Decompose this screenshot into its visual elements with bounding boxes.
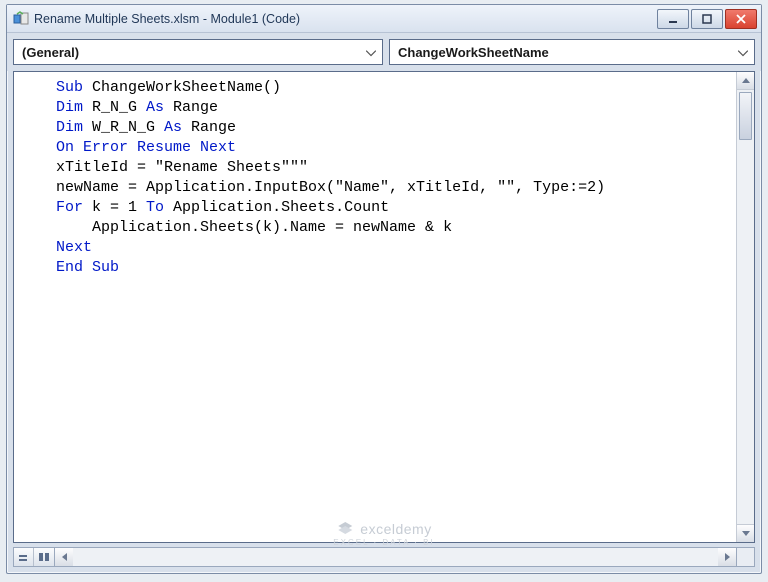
- dropdown-row: (General) ChangeWorkSheetName: [7, 33, 761, 71]
- chevron-down-icon: [366, 45, 376, 60]
- procedure-view-button[interactable]: [14, 548, 34, 566]
- scrollbar-corner: [737, 547, 755, 567]
- window-controls: [657, 9, 757, 29]
- scroll-left-button[interactable]: [55, 548, 73, 566]
- titlebar[interactable]: Rename Multiple Sheets.xlsm - Module1 (C…: [7, 5, 761, 33]
- full-module-view-button[interactable]: [34, 548, 54, 566]
- vba-module-icon: [13, 11, 29, 27]
- object-dropdown-value: (General): [22, 45, 79, 60]
- procedure-dropdown[interactable]: ChangeWorkSheetName: [389, 39, 755, 65]
- procedure-dropdown-value: ChangeWorkSheetName: [398, 45, 549, 60]
- chevron-down-icon: [738, 45, 748, 60]
- vertical-scrollbar[interactable]: [736, 72, 754, 542]
- close-button[interactable]: [725, 9, 757, 29]
- scroll-right-button[interactable]: [718, 548, 736, 566]
- horizontal-scrollbar[interactable]: [55, 547, 737, 567]
- minimize-button[interactable]: [657, 9, 689, 29]
- scrollbar-thumb[interactable]: [739, 92, 752, 140]
- maximize-button[interactable]: [691, 9, 723, 29]
- code-editor[interactable]: Sub ChangeWorkSheetName() Dim R_N_G As R…: [14, 72, 736, 542]
- object-dropdown[interactable]: (General): [13, 39, 383, 65]
- bottom-bar: [13, 547, 755, 567]
- scroll-up-button[interactable]: [737, 72, 754, 90]
- vba-code-window: Rename Multiple Sheets.xlsm - Module1 (C…: [6, 4, 762, 574]
- scroll-down-button[interactable]: [737, 524, 754, 542]
- view-buttons: [13, 547, 55, 567]
- code-pane: Sub ChangeWorkSheetName() Dim R_N_G As R…: [13, 71, 755, 543]
- window-title: Rename Multiple Sheets.xlsm - Module1 (C…: [34, 12, 657, 26]
